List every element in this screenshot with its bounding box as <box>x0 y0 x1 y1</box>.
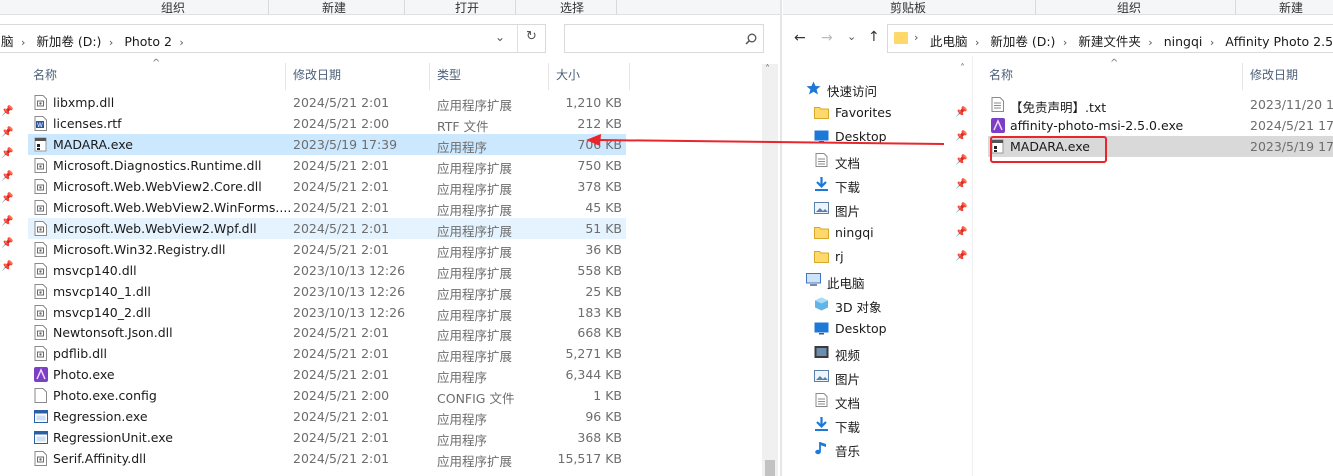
annotation-arrow <box>586 134 945 146</box>
